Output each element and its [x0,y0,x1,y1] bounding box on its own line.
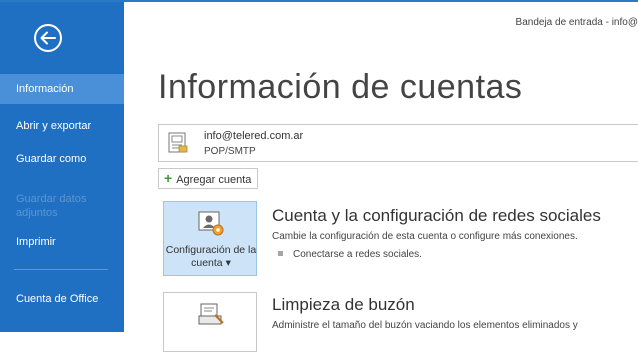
add-account-label: Agregar cuenta [176,174,252,186]
account-icon [168,132,188,154]
page-title: Información de cuentas [158,68,523,106]
bullet-icon [278,250,283,256]
account-settings-label: Configuración de la cuenta ▾ [165,244,257,269]
backstage-sidebar: Información Abrir y exportar Guardar com… [0,2,124,332]
sidebar-item-cuenta-office[interactable]: Cuenta de Office [0,292,100,306]
back-button[interactable] [33,23,63,53]
account-type: POP/SMTP [204,146,256,157]
section-title-limpieza: Limpieza de buzón [272,295,415,314]
sidebar-item-abrir-exportar[interactable]: Abrir y exportar [0,119,124,133]
account-selector[interactable]: info@telered.com.ar POP/SMTP [158,124,638,162]
account-settings-icon [198,210,224,236]
sidebar-item-guardar-como[interactable]: Guardar como [0,152,124,166]
bullet-redes-sociales: Conectarse a redes sociales. [278,249,422,260]
sidebar-item-imprimir[interactable]: Imprimir [0,235,124,249]
dropdown-arrow-icon: ▾ [225,257,231,269]
section-title-cuenta: Cuenta y la configuración de redes socia… [272,206,601,225]
back-arrow-icon [34,24,62,52]
sidebar-item-informacion[interactable]: Información [0,74,124,104]
sidebar-separator [14,269,108,270]
mailbox-cleanup-icon [198,301,224,327]
mailbox-cleanup-button[interactable] [163,292,257,352]
section-desc-cuenta: Cambie la configuración de esta cuenta o… [272,231,578,242]
sidebar-item-guardar-adjuntos[interactable]: Guardar datos adjuntos [0,192,100,220]
plus-icon: + [164,170,173,186]
window-title: Bandeja de entrada - info@ [515,17,638,28]
account-settings-button[interactable]: Configuración de la cuenta ▾ [163,201,257,276]
account-email: info@telered.com.ar [204,130,304,142]
section-desc-limpieza: Administre el tamaño del buzón vaciando … [272,320,578,331]
add-account-button[interactable]: + Agregar cuenta [158,168,259,189]
